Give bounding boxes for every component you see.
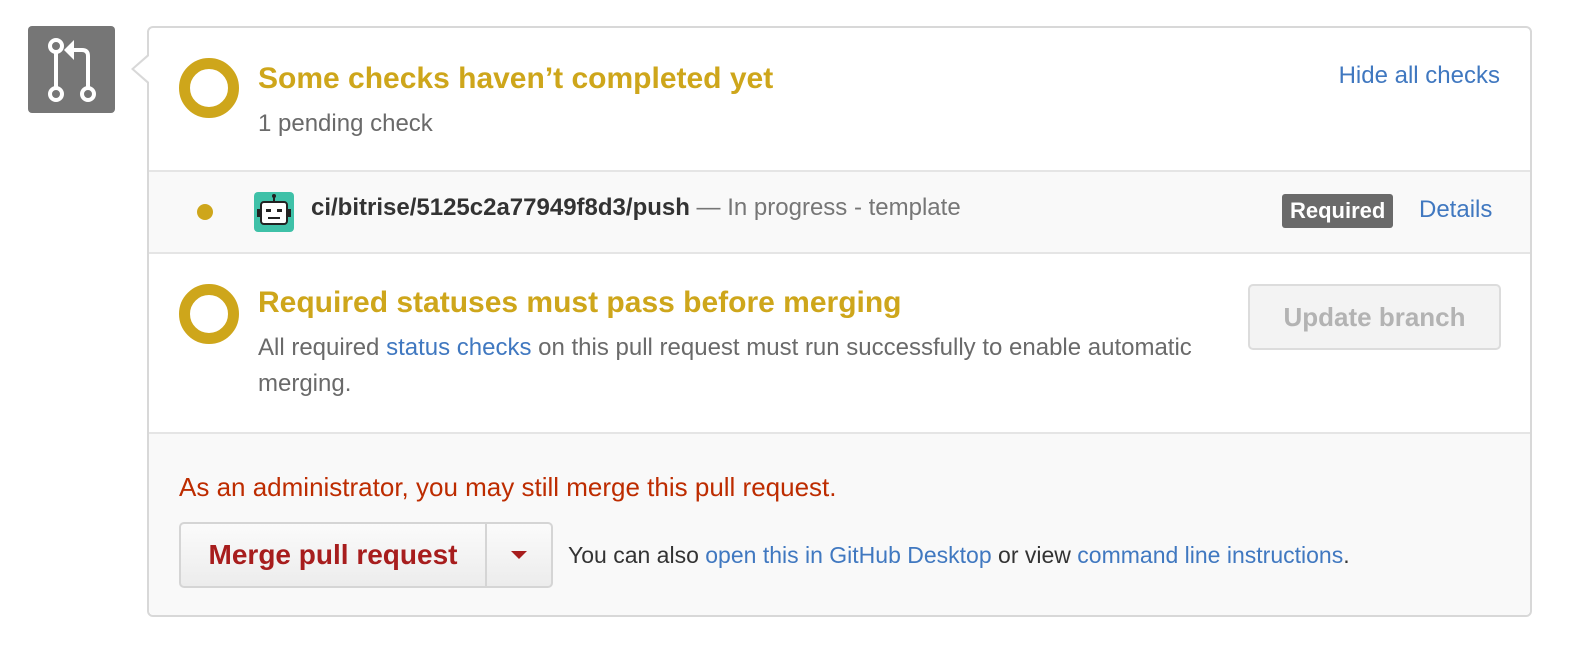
check-item-text: ci/bitrise/5125c2a77949f8d3/push — In pr… bbox=[311, 194, 961, 222]
required-statuses-title: Required statuses must pass before mergi… bbox=[258, 286, 902, 319]
status-desc-prefix: All required bbox=[258, 334, 387, 361]
merge-options-dropdown[interactable] bbox=[487, 522, 553, 588]
check-separator: — bbox=[689, 194, 728, 221]
merge-button-group: Merge pull request bbox=[179, 522, 553, 588]
checks-summary: Some checks haven’t completed yet 1 pend… bbox=[149, 28, 1530, 170]
also-middle: or view bbox=[991, 542, 1078, 568]
required-statuses-description: All required status checks on this pull … bbox=[258, 330, 1248, 402]
merge-section: As an administrator, you may still merge… bbox=[149, 432, 1530, 615]
check-description: In progress - template bbox=[727, 194, 961, 221]
bot-avatar-icon bbox=[254, 192, 294, 232]
pull-request-icon bbox=[28, 26, 115, 113]
panel-caret-inner bbox=[134, 56, 149, 82]
command-line-instructions-link[interactable]: command line instructions bbox=[1077, 542, 1343, 568]
alternate-merge-text: You can also open this in GitHub Desktop… bbox=[568, 542, 1350, 569]
also-prefix: You can also bbox=[568, 542, 706, 568]
pending-ring-icon bbox=[179, 58, 239, 118]
check-item-row: ci/bitrise/5125c2a77949f8d3/push — In pr… bbox=[149, 170, 1530, 254]
checks-title: Some checks haven’t completed yet bbox=[258, 62, 774, 95]
update-branch-button[interactable]: Update branch bbox=[1248, 284, 1501, 350]
admin-notice: As an administrator, you may still merge… bbox=[179, 472, 837, 502]
pending-ring-icon bbox=[179, 284, 239, 344]
github-desktop-link[interactable]: open this in GitHub Desktop bbox=[705, 542, 991, 568]
pending-dot-icon bbox=[197, 204, 213, 220]
merge-status-panel: Some checks haven’t completed yet 1 pend… bbox=[134, 26, 1532, 617]
caret-down-icon bbox=[511, 551, 527, 559]
hide-all-checks-link[interactable]: Hide all checks bbox=[1339, 62, 1500, 90]
required-statuses-section: Required statuses must pass before mergi… bbox=[149, 254, 1530, 432]
details-link[interactable]: Details bbox=[1419, 196, 1492, 224]
merge-pull-request-button[interactable]: Merge pull request bbox=[179, 522, 487, 588]
status-checks-link[interactable]: status checks bbox=[386, 334, 531, 361]
required-badge: Required bbox=[1282, 194, 1394, 228]
check-context: ci/bitrise/5125c2a77949f8d3/push bbox=[311, 194, 690, 221]
checks-subtitle: 1 pending check bbox=[258, 110, 433, 137]
also-end: . bbox=[1343, 542, 1350, 568]
